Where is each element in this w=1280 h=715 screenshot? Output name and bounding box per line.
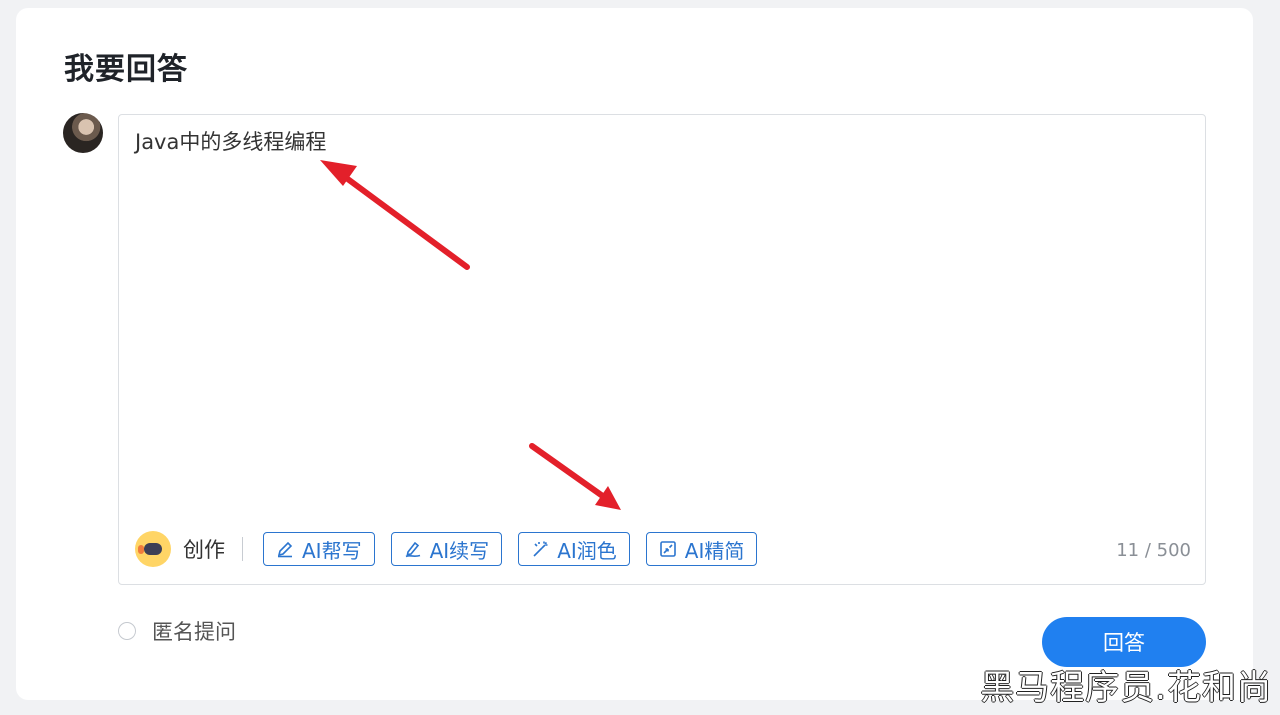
ai-continue-button[interactable]: AI续写	[390, 532, 503, 566]
ai-write-button[interactable]: AI帮写	[263, 532, 375, 566]
ai-toolbar: 创作 AI帮写 AI续写 AI润色 AI精简	[135, 530, 773, 568]
magic-wand-icon	[533, 541, 548, 557]
ai-write-label: AI帮写	[302, 538, 362, 563]
user-avatar	[63, 113, 103, 153]
anonymous-label[interactable]: 匿名提问	[152, 616, 236, 646]
page-title: 我要回答	[64, 52, 188, 87]
ai-polish-label: AI润色	[557, 538, 617, 563]
anonymous-option[interactable]: 匿名提问	[118, 616, 236, 646]
char-counter: 11 / 500	[1116, 540, 1191, 561]
answer-card: 我要回答 Java中的多线程编程 创作 AI帮写 AI续写 AI润色 AI精简 …	[16, 8, 1253, 700]
anonymous-radio[interactable]	[118, 622, 136, 640]
watermark: 黑马程序员.花和尚	[980, 668, 1272, 708]
ai-continue-label: AI续写	[429, 538, 490, 563]
answer-editor[interactable]: Java中的多线程编程 创作 AI帮写 AI续写 AI润色 AI精简 11 / …	[118, 114, 1206, 585]
ai-simplify-label: AI精简	[684, 538, 745, 563]
write-continue-icon	[405, 541, 420, 558]
create-label[interactable]: 创作	[183, 534, 225, 564]
compress-icon	[659, 541, 676, 557]
editor-content[interactable]: Java中的多线程编程	[135, 126, 326, 156]
pen-icon	[277, 541, 293, 558]
toolbar-divider	[242, 537, 243, 561]
ai-polish-button[interactable]: AI润色	[518, 532, 630, 566]
ai-simplify-button[interactable]: AI精简	[645, 532, 758, 566]
robot-icon[interactable]	[135, 531, 171, 567]
